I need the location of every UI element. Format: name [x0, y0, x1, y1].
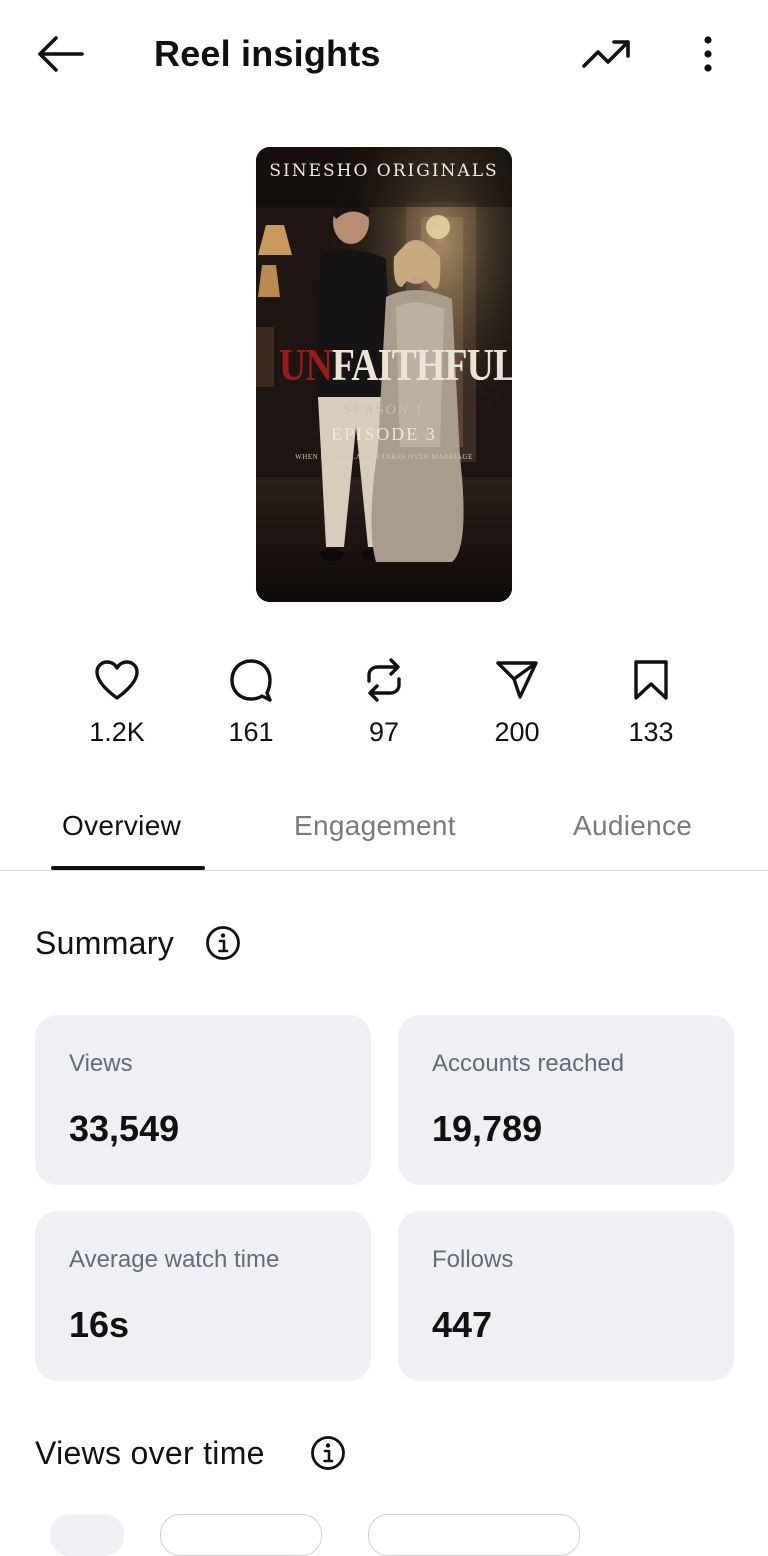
bookmark-icon: [634, 660, 668, 700]
follows-value: 447: [432, 1304, 493, 1345]
poster-title-accent: UN: [279, 339, 333, 390]
time-filter-chip[interactable]: [368, 1514, 580, 1556]
accounts-reached-label: Accounts reached: [432, 1050, 625, 1077]
shares-count: 200: [494, 717, 540, 747]
views-over-time-info-button[interactable]: [310, 1435, 346, 1471]
saves-count: 133: [628, 717, 674, 747]
poster-brand: SINESHO ORIGINALS: [269, 161, 499, 181]
more-vertical-icon: [704, 36, 712, 72]
engagement-stats-row: 1.2K 161 97 200 133: [50, 652, 718, 762]
summary-info-button[interactable]: [205, 925, 241, 961]
follows-card[interactable]: Follows 447: [398, 1211, 734, 1381]
accounts-reached-card[interactable]: Accounts reached 19,789: [398, 1015, 734, 1185]
page-title: Reel insights: [154, 33, 381, 74]
active-tab-indicator: [51, 866, 205, 870]
more-options-button[interactable]: [688, 28, 728, 80]
follows-label: Follows: [432, 1246, 514, 1273]
comments-stat[interactable]: 161: [184, 652, 318, 748]
accounts-reached-value: 19,789: [432, 1108, 543, 1149]
summary-title: Summary: [35, 925, 175, 961]
repost-icon: [367, 658, 401, 702]
poster-season: SEASON 1: [343, 403, 425, 418]
likes-count: 1.2K: [89, 717, 145, 747]
arrow-left-icon: [38, 36, 84, 72]
views-label: Views: [69, 1050, 133, 1077]
comment-icon: [230, 659, 272, 702]
top-app-bar: Reel insights: [0, 0, 768, 108]
heart-icon: [95, 660, 139, 700]
poster-title-rest: FAITHFUL: [331, 339, 512, 390]
back-button[interactable]: [30, 28, 90, 80]
insights-tabs: Overview Engagement Audience: [0, 790, 768, 871]
average-watch-time-card[interactable]: Average watch time 16s: [35, 1211, 371, 1381]
trends-button[interactable]: [576, 30, 636, 78]
poster-episode: EPISODE 3: [331, 424, 437, 444]
views-card[interactable]: Views 33,549: [35, 1015, 371, 1185]
trending-up-icon: [582, 40, 630, 68]
shares-stat[interactable]: 200: [450, 652, 584, 748]
average-watch-time-value: 16s: [69, 1304, 130, 1345]
tab-engagement[interactable]: Engagement: [294, 808, 456, 844]
reposts-stat[interactable]: 97: [317, 652, 451, 748]
likes-stat[interactable]: 1.2K: [50, 652, 184, 748]
views-over-time-title: Views over time: [35, 1435, 265, 1471]
info-icon: [311, 1436, 345, 1470]
saves-stat[interactable]: 133: [584, 652, 718, 748]
poster-tagline: WHEN MANIPULATION TAKES OVER MARRIAGE: [295, 453, 473, 461]
average-watch-time-label: Average watch time: [69, 1246, 280, 1273]
time-filter-chip[interactable]: [50, 1514, 124, 1556]
share-icon: [496, 661, 538, 699]
tab-overview[interactable]: Overview: [62, 808, 181, 844]
comments-count: 161: [228, 717, 274, 747]
views-value: 33,549: [69, 1108, 180, 1149]
reposts-count: 97: [368, 717, 400, 747]
info-icon: [206, 926, 240, 960]
tab-audience[interactable]: Audience: [573, 808, 692, 844]
time-filter-chip[interactable]: [160, 1514, 322, 1556]
reel-thumbnail[interactable]: SINESHO ORIGINALS UNFAITHFUL SEASON 1 EP…: [256, 147, 512, 602]
poster-title: UNFAITHFUL: [279, 337, 512, 393]
